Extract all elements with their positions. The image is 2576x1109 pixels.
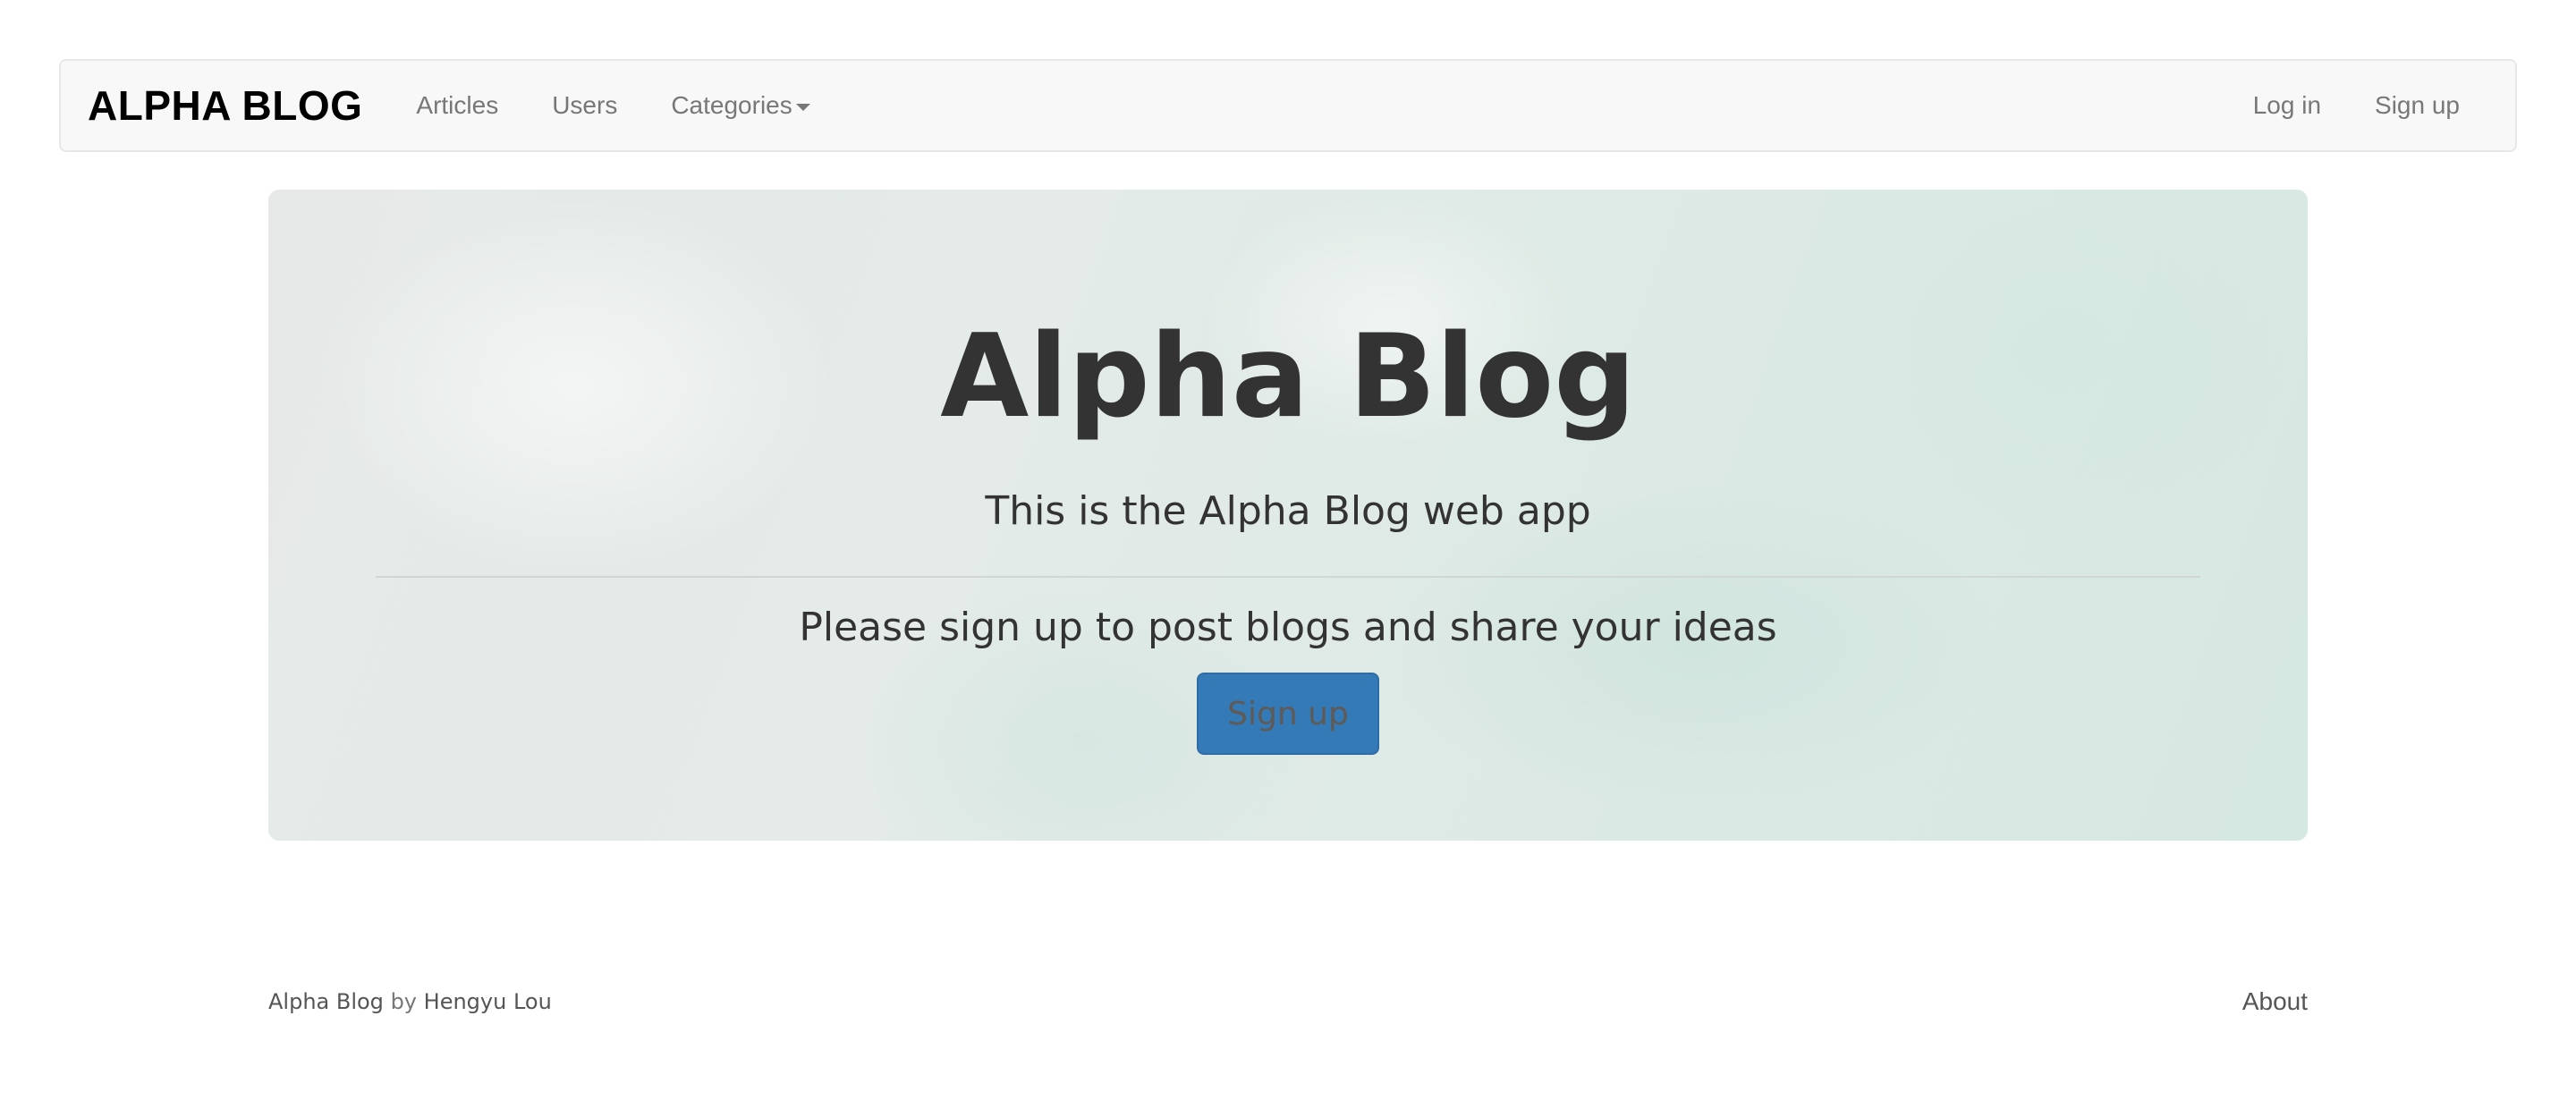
footer: Alpha Blog by Hengyu Lou About (268, 984, 2308, 1020)
nav-link-articles-label: Articles (416, 91, 499, 119)
footer-app-link[interactable]: Alpha Blog (268, 989, 384, 1014)
footer-by-text: by (390, 989, 417, 1014)
nav-left: Articles Users Categories (389, 91, 836, 120)
hero-title: Alpha Blog (940, 310, 1636, 444)
nav-right: Log in Sign up (2226, 91, 2487, 120)
hero-subtitle: This is the Alpha Blog web app (985, 488, 1591, 534)
footer-about-link[interactable]: About (2242, 987, 2308, 1016)
hero-divider (376, 576, 2200, 578)
nav-link-login-label: Log in (2252, 91, 2322, 119)
nav-link-users-label: Users (552, 91, 618, 119)
nav-link-signup-label: Sign up (2375, 91, 2460, 119)
hero-signup-button-label: Sign up (1227, 695, 1349, 732)
categories-dropdown[interactable]: Categories (644, 91, 836, 120)
hero-jumbotron: Alpha Blog This is the Alpha Blog web ap… (268, 190, 2308, 841)
nav-link-signup[interactable]: Sign up (2348, 91, 2487, 120)
navbar: ALPHA BLOG Articles Users Categories Log… (59, 59, 2517, 152)
categories-dropdown-label: Categories (671, 91, 792, 119)
hero-cta-text: Please sign up to post blogs and share y… (799, 605, 1777, 650)
nav-link-login[interactable]: Log in (2226, 91, 2348, 120)
hero-signup-button[interactable]: Sign up (1197, 673, 1379, 755)
caret-down-icon (795, 103, 810, 111)
nav-link-users[interactable]: Users (525, 91, 644, 120)
brand-logo[interactable]: ALPHA BLOG (88, 81, 362, 130)
footer-credits: Alpha Blog by Hengyu Lou (268, 989, 552, 1014)
nav-link-articles[interactable]: Articles (389, 91, 525, 120)
footer-author-link[interactable]: Hengyu Lou (424, 989, 552, 1014)
